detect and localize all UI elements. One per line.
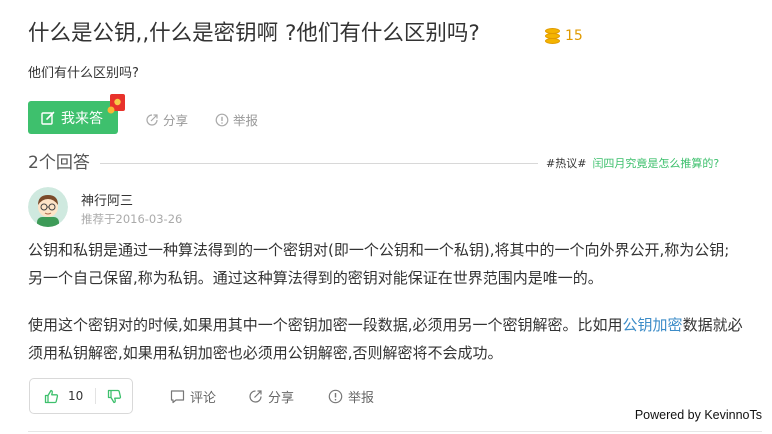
dislike-button[interactable] — [96, 379, 132, 413]
thumbs-down-icon — [107, 389, 121, 403]
answer-share-button[interactable]: 分享 — [248, 387, 294, 406]
coin-stack-icon — [545, 28, 560, 44]
answer-button-label: 我来答 — [61, 110, 103, 127]
report-icon — [328, 389, 343, 404]
hot-topic: #热议# 闰四月究竟是怎么推算的? — [546, 156, 719, 172]
powered-by-watermark: Powered by KevinnoTs — [634, 408, 762, 422]
question-description: 他们有什么区别吗? — [28, 66, 139, 81]
question-report-label: 举报 — [233, 113, 259, 128]
report-icon — [215, 113, 229, 126]
avatar[interactable] — [28, 187, 68, 227]
answer-report-button[interactable]: 举报 — [328, 387, 374, 406]
answer-button[interactable]: 我来答 — [28, 101, 118, 134]
question-report-button[interactable]: 举报 — [215, 110, 258, 129]
share-icon — [146, 113, 158, 126]
answer-paragraph-2-text-a: 使用这个密钥对的时候,如果用其中一个密钥加密一段数据,必须用另一个密钥解密。比如… — [28, 316, 623, 334]
reward-coins: 15 — [545, 26, 583, 46]
divider — [28, 431, 762, 432]
reward-coin-count: 15 — [565, 28, 583, 44]
divider — [100, 163, 538, 164]
recommend-time: 推荐于2016-03-26 — [81, 212, 183, 226]
public-key-encryption-link[interactable]: 公钥加密 — [623, 316, 683, 334]
answer-paragraph-1: 公钥和私钥是通过一种算法得到的一个密钥对(即一个公钥和一个私钥),将其中的一个向… — [28, 241, 730, 287]
question-share-label: 分享 — [163, 113, 189, 128]
hot-topic-link[interactable]: 闰四月究竟是怎么推算的? — [592, 157, 719, 170]
share-icon — [249, 390, 262, 403]
question-title: 什么是公钥,,什么是密钥啊 ?他们有什么区别吗? — [28, 21, 480, 46]
red-packet-icon — [107, 94, 125, 114]
comment-button[interactable]: 评论 — [170, 387, 216, 406]
hot-topic-tag: #热议# — [546, 157, 587, 170]
comment-icon — [170, 390, 185, 404]
answers-count-heading: 2个回答 — [28, 153, 90, 173]
vote-box: 10 — [29, 378, 133, 414]
answer-report-label: 举报 — [348, 391, 375, 406]
question-share-button[interactable]: 分享 — [145, 110, 188, 129]
comment-label: 评论 — [190, 391, 217, 406]
thumbs-up-icon — [44, 389, 59, 403]
answer-share-label: 分享 — [268, 391, 295, 406]
like-button[interactable]: 10 — [30, 379, 95, 413]
like-count: 10 — [68, 389, 84, 403]
answer-paragraph-2: 使用这个密钥对的时候,如果用其中一个密钥加密一段数据,必须用另一个密钥解密。比如… — [28, 311, 744, 367]
answerer-name[interactable]: 神行阿三 — [81, 190, 133, 209]
edit-icon — [41, 111, 55, 125]
